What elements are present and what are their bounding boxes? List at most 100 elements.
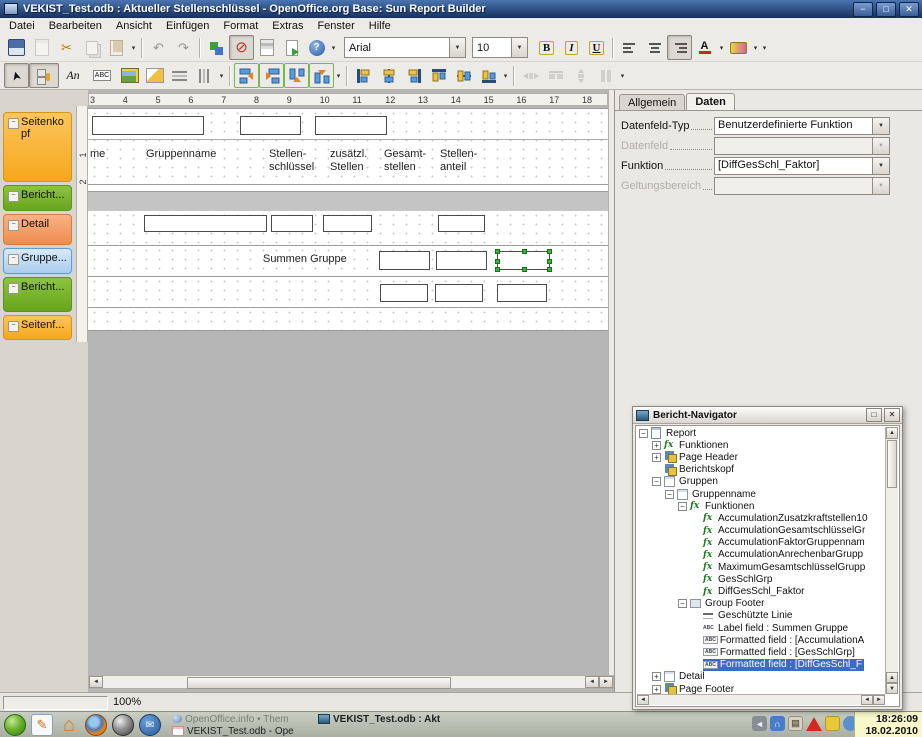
align-bottom-edges-button[interactable]: [309, 63, 334, 88]
align-center-button[interactable]: [642, 35, 667, 60]
scroll-left-icon[interactable]: ◄: [861, 695, 873, 705]
object-align-left-button[interactable]: [351, 63, 376, 88]
handle-mode-button[interactable]: [29, 63, 59, 88]
report-field-box[interactable]: [323, 215, 372, 232]
collapse-icon[interactable]: −: [8, 118, 19, 129]
report-navigator-window[interactable]: Bericht-Navigator □ ✕ −Report+fxFunktion…: [632, 406, 903, 710]
resize-handle[interactable]: [547, 259, 552, 264]
tree-item[interactable]: −Gruppen: [637, 476, 885, 488]
tree-expander-icon[interactable]: −: [639, 429, 648, 438]
tree-item[interactable]: −fxFunktionen: [637, 500, 885, 512]
copy-button[interactable]: [79, 35, 104, 60]
tree-expander-icon[interactable]: −: [678, 502, 687, 511]
navigator-tree[interactable]: −Report+fxFunktionen+Page HeaderBerichts…: [637, 427, 885, 694]
menu-einfuegen[interactable]: Einfügen: [159, 19, 216, 33]
group-footer-label[interactable]: Summen Gruppe: [263, 253, 347, 266]
edit-document-button[interactable]: [29, 35, 54, 60]
datenfeld-typ-dropdown[interactable]: Benutzerdefinierte Funktion ▼: [714, 117, 890, 135]
page-footer-section[interactable]: [88, 308, 608, 331]
object-align-center-button[interactable]: [376, 63, 401, 88]
report-field-box[interactable]: [436, 251, 487, 270]
dropdown-arrow-icon[interactable]: ▼: [872, 158, 889, 174]
font-size-combobox[interactable]: 10 ▼: [472, 37, 528, 58]
navigator-title-bar[interactable]: Bericht-Navigator □ ✕: [633, 407, 902, 424]
column-label[interactable]: me: [90, 148, 105, 161]
resize-handle[interactable]: [495, 267, 500, 272]
toolbar-overflow-icon[interactable]: ▾: [760, 44, 769, 52]
column-label[interactable]: Stellen- anteil: [440, 148, 477, 174]
page-header-section[interactable]: me Gruppenname Stellen- schlüssel zusätz…: [88, 108, 608, 185]
tree-item[interactable]: −Gruppenname: [637, 488, 885, 500]
report-field-box[interactable]: [240, 116, 301, 135]
menu-ansicht[interactable]: Ansicht: [109, 19, 159, 33]
align-right-button[interactable]: [667, 35, 692, 60]
align-top-edges-button[interactable]: [284, 63, 309, 88]
warning-icon[interactable]: [806, 717, 822, 731]
resize-handle[interactable]: [495, 249, 500, 254]
scroll-left-icon[interactable]: ◄: [89, 676, 103, 688]
navigator-vertical-scrollbar[interactable]: ▲ ▲ ▼: [885, 427, 898, 694]
report-field-box[interactable]: [315, 116, 387, 135]
scroll-up-icon[interactable]: ▲: [886, 672, 898, 683]
collapse-icon[interactable]: −: [8, 283, 19, 294]
font-color-dropdown-icon[interactable]: ▾: [717, 44, 726, 52]
tree-item[interactable]: fxDiffGesSchl_Faktor: [637, 585, 885, 597]
collapse-icon[interactable]: −: [8, 321, 19, 332]
report-header-section[interactable]: [88, 192, 608, 212]
detail-section[interactable]: [88, 211, 608, 246]
dropdown-arrow-icon[interactable]: ▼: [872, 118, 889, 134]
align-left-edges-button[interactable]: [234, 63, 259, 88]
distribute-horizontal-button[interactable]: [518, 63, 543, 88]
tree-item[interactable]: fxAccumulationAnrechenbarGrupp: [637, 549, 885, 561]
menu-bearbeiten[interactable]: Bearbeiten: [42, 19, 109, 33]
font-size-dropdown-icon[interactable]: ▼: [511, 38, 527, 57]
report-field-box[interactable]: [497, 284, 547, 302]
toolbar-overflow-icon[interactable]: ▾: [329, 44, 338, 52]
tree-expander-icon[interactable]: +: [652, 685, 661, 694]
lock-icon[interactable]: [825, 716, 840, 731]
bold-button[interactable]: B: [534, 35, 559, 60]
minimize-button[interactable]: −: [853, 2, 873, 17]
tree-item[interactable]: −Report: [637, 427, 885, 439]
report-field-box[interactable]: [379, 251, 430, 270]
snap-to-grid-button[interactable]: [204, 35, 229, 60]
headset-icon[interactable]: ∩: [770, 716, 785, 731]
tree-item[interactable]: ABCFormatted field : [DiffGesSchl_F: [637, 659, 885, 671]
column-label[interactable]: Gruppenname: [146, 148, 216, 161]
scrollbar-thumb[interactable]: [187, 677, 451, 689]
tree-item[interactable]: −Group Footer: [637, 598, 885, 610]
text-box-button[interactable]: ABC: [87, 63, 117, 88]
resize-handle[interactable]: [522, 249, 527, 254]
restore-button[interactable]: □: [876, 2, 896, 17]
navigator-close-button[interactable]: ✕: [884, 408, 900, 422]
resize-handle[interactable]: [522, 267, 527, 272]
toolbar-overflow-icon[interactable]: ▾: [217, 72, 226, 80]
distribute-vertical-button[interactable]: [568, 63, 593, 88]
report-field-box[interactable]: [380, 284, 428, 302]
collapse-icon[interactable]: −: [8, 254, 19, 265]
tree-item[interactable]: +Page Footer: [637, 683, 885, 694]
zoom-level[interactable]: 100%: [113, 696, 141, 708]
column-label[interactable]: Gesamt- stellen: [384, 148, 426, 174]
tab-daten[interactable]: Daten: [686, 93, 735, 110]
tree-expander-icon[interactable]: −: [665, 490, 674, 499]
column-label[interactable]: zusätzl. Stellen: [330, 148, 367, 174]
resize-handle[interactable]: [495, 259, 500, 264]
distribute-spacing-button[interactable]: [543, 63, 568, 88]
menu-datei[interactable]: Datei: [2, 19, 42, 33]
menu-extras[interactable]: Extras: [265, 19, 310, 33]
tree-item[interactable]: Berichtskopf: [637, 464, 885, 476]
distribute-rows-button[interactable]: [593, 63, 618, 88]
scroll-right-icon[interactable]: ►: [873, 695, 885, 705]
taskbar-window-base-document[interactable]: VEKIST_Test.odb - Ope: [172, 725, 314, 737]
font-name-dropdown-icon[interactable]: ▼: [449, 38, 465, 57]
tree-expander-icon[interactable]: +: [652, 672, 661, 681]
chart-button[interactable]: [142, 63, 167, 88]
taskbar-window-report-builder[interactable]: VEKIST_Test.odb : Akt: [318, 713, 478, 725]
navigator-horizontal-scrollbar[interactable]: ◄ ◄ ►: [637, 694, 885, 705]
scroll-right-icon[interactable]: ►: [599, 676, 613, 688]
tree-expander-icon[interactable]: +: [652, 441, 661, 450]
title-bar[interactable]: VEKIST_Test.odb : Aktueller Stellenschlü…: [0, 0, 922, 18]
tree-item[interactable]: ABCFormatted field : [GesSchlGrp]: [637, 646, 885, 658]
section-tab-berichtskopf[interactable]: − Bericht...: [3, 185, 72, 211]
